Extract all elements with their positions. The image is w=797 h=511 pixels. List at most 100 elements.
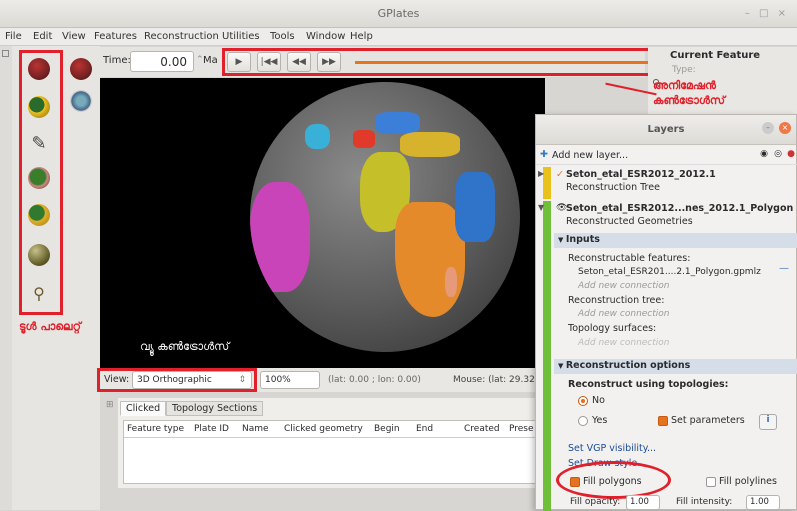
add-new-layer-link[interactable]: Add new layer... [552, 150, 628, 161]
panel-dock-icons[interactable]: ⊞ [106, 400, 116, 420]
reconstruct-topologies-label: Reconstruct using topologies: [568, 379, 729, 390]
current-feature-type: Type: [672, 65, 696, 75]
fill-polylines-checkbox[interactable]: Fill polylines [706, 476, 796, 487]
dock-handle [0, 46, 12, 510]
palette-icon[interactable]: ● [787, 149, 795, 159]
current-feature-title: Current Feature [670, 50, 761, 61]
collapse-arrow-icon: ▼ [558, 362, 566, 370]
input-file-item[interactable]: Seton_etal_ESR201....2.1_Polygon.gpmlz [578, 267, 778, 277]
column-header[interactable]: Feature type [127, 424, 184, 434]
close-icon[interactable]: × [779, 122, 791, 134]
menu-help[interactable]: Help [350, 31, 373, 42]
fill-intensity-input[interactable]: 1.00 [746, 495, 780, 510]
clicked-table: Feature type Plate ID Name Clicked geome… [123, 420, 548, 484]
collapse-arrow-icon[interactable]: ▼ [538, 203, 544, 212]
mouse-readout: Mouse: (lat: 29.32 [453, 375, 535, 385]
layer2-type: Reconstructed Geometries [566, 216, 693, 227]
reconstruction-tree-label: Reconstruction tree: [568, 295, 665, 306]
radio-yes-indicator[interactable] [578, 415, 588, 426]
view-status-bar: View: 3D Orthographic ⇕ 100% (lat: 0.00 … [97, 368, 545, 392]
column-header[interactable]: Created [464, 424, 500, 434]
set-parameters-check[interactable] [658, 415, 668, 426]
landmass-iberia [353, 130, 375, 148]
column-header[interactable]: Name [242, 424, 269, 434]
set-vgp-visibility-link[interactable]: Set VGP visibility... [568, 443, 768, 454]
layer2-name: Seton_etal_ESR2012...nes_2012.1_Polygon [566, 203, 794, 214]
fill-intensity-label: Fill intensity: [676, 497, 733, 507]
column-header[interactable]: Begin [374, 424, 400, 434]
menu-utilities[interactable]: Utilities [222, 31, 260, 42]
time-toolbar: Time: 0.00 ⌃ Ma ▶ |◀◀ ◀◀ ▶▶ [100, 47, 668, 77]
layer1-name: Seton_etal_ESR2012_2012.1 [566, 169, 716, 180]
column-header[interactable]: End [416, 424, 433, 434]
menu-features[interactable]: Features [94, 31, 137, 42]
globe-view-icon [70, 58, 92, 80]
menu-tools[interactable]: Tools [270, 31, 295, 42]
column-header[interactable]: Prese [509, 424, 534, 434]
tab-clicked[interactable]: Clicked [120, 401, 167, 416]
radio-no[interactable]: No [578, 395, 658, 406]
animation-controls-highlight [222, 48, 668, 76]
fill-opacity-input[interactable]: 1.00 [626, 495, 660, 510]
fill-polylines-check[interactable] [706, 476, 716, 487]
globe-view-tool[interactable] [66, 54, 96, 84]
title-bar: GPlates – □ × [0, 0, 797, 28]
add-connection-link[interactable]: Add new connection [578, 309, 778, 319]
view-controls-caption: വ്യൂ കൺട്രോൾസ് [140, 340, 230, 353]
column-header[interactable]: Clicked geometry [284, 424, 363, 434]
fill-polygons-highlight [556, 461, 671, 499]
show-all-icon[interactable]: ◉ [760, 149, 768, 159]
window-controls[interactable]: – □ × [745, 8, 789, 19]
column-header[interactable]: Plate ID [194, 424, 229, 434]
radio-no-label: No [592, 395, 605, 406]
landmass-arabia [455, 172, 495, 242]
menu-view[interactable]: View [62, 31, 86, 42]
view-controls-highlight [97, 368, 257, 392]
menu-bar: File Edit View Features Reconstruction U… [0, 28, 797, 46]
radio-yes-label: Yes [592, 415, 608, 426]
zoom-field[interactable]: 100% [260, 371, 320, 389]
menu-window[interactable]: Window [306, 31, 345, 42]
menu-reconstruction[interactable]: Reconstruction [144, 31, 219, 42]
tab-topology-sections[interactable]: Topology Sections [166, 401, 264, 416]
remove-connection-icon[interactable]: — [779, 263, 789, 274]
fill-polylines-label: Fill polylines [719, 476, 777, 487]
coords-readout: (lat: 0.00 ; lon: 0.00) [328, 375, 421, 385]
time-unit: Ma [203, 55, 218, 66]
menu-file[interactable]: File [5, 31, 22, 42]
time-label: Time: [103, 55, 131, 66]
info-button[interactable]: i [759, 414, 777, 430]
hide-all-icon[interactable]: ◎ [774, 149, 782, 159]
time-input[interactable]: 0.00 [130, 51, 194, 72]
set-parameters-label: Set parameters [671, 415, 745, 426]
topology-surfaces-label: Topology surfaces: [568, 323, 657, 334]
magnify-icon [70, 90, 92, 112]
recon-options-label: Reconstruction options [565, 360, 691, 371]
landmass-greenland [305, 124, 330, 149]
check-icon[interactable]: ✓ [556, 169, 564, 180]
layer1-color-bar [543, 167, 551, 199]
layer1-type: Reconstruction Tree [566, 182, 660, 193]
radio-yes[interactable]: Yes [578, 415, 638, 426]
menu-edit[interactable]: Edit [33, 31, 52, 42]
add-connection-link[interactable]: Add new connection [578, 281, 778, 291]
inputs-header[interactable]: ▼ Inputs [554, 233, 797, 248]
layers-title: Layers [647, 124, 685, 135]
globe[interactable] [250, 82, 520, 352]
add-connection-link[interactable]: Add new connection [578, 338, 778, 348]
inputs-header-label: Inputs [565, 234, 600, 245]
plus-icon[interactable]: ✚ [540, 149, 548, 160]
landmass-south-america [250, 182, 310, 292]
reconstruction-options-header[interactable]: ▼ Reconstruction options [554, 359, 797, 374]
zoom-view-tool[interactable] [66, 86, 96, 116]
layer2-color-bar [543, 201, 551, 511]
layers-dialog: Layers – × ✚ Add new layer... ◉ ◎ ● ▶ ✓ … [535, 114, 797, 511]
dock-icon[interactable] [2, 50, 9, 57]
window-title: GPlates [377, 7, 420, 20]
tool-palette-caption: ടൂൾ പാലെറ്റ് [19, 320, 81, 333]
minimize-icon[interactable]: – [762, 122, 774, 134]
animation-controls-caption: അനിമേഷൻ കൺട്രോൾസ് [653, 79, 725, 107]
globe-canvas[interactable]: വ്യൂ കൺട്രോൾസ് [100, 78, 545, 368]
radio-no-indicator[interactable] [578, 395, 588, 406]
expand-arrow-icon[interactable]: ▶ [538, 169, 544, 178]
